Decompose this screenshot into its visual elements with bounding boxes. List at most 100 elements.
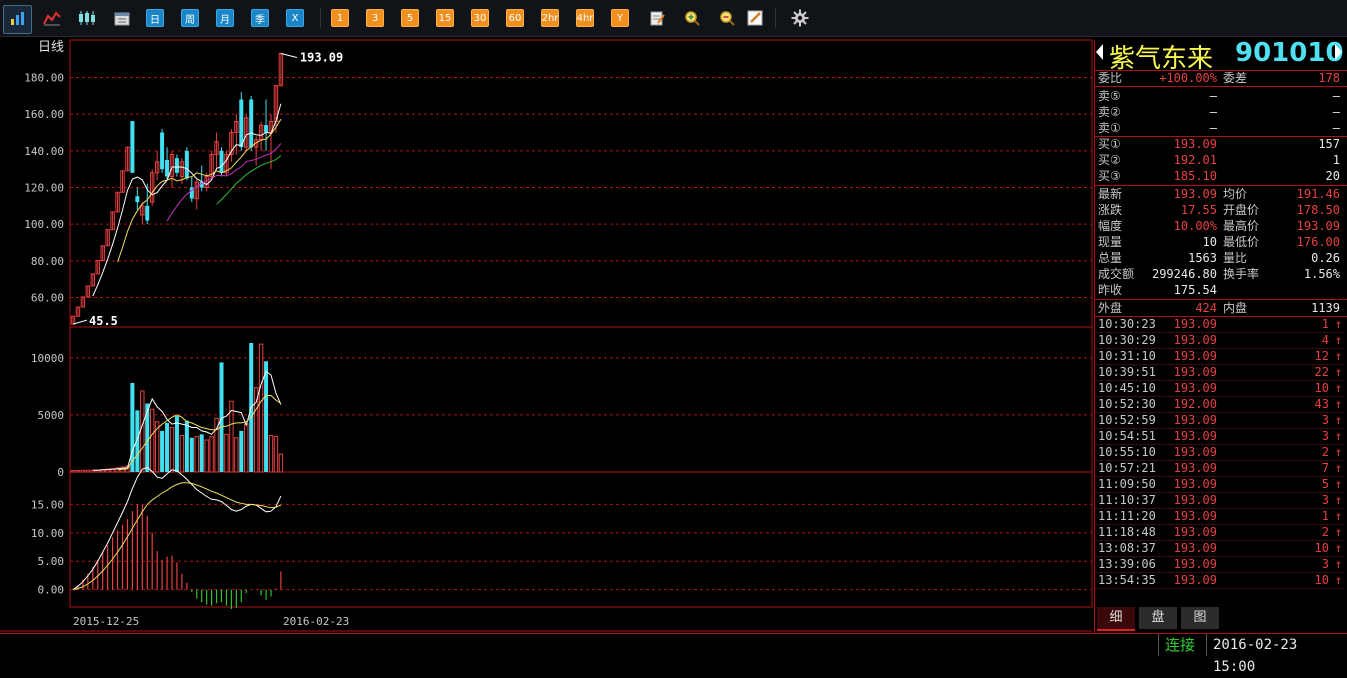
period-4hr-button[interactable]: 4hr	[576, 9, 594, 27]
stat-row-v2: 193.09	[1296, 219, 1340, 233]
period-60-button[interactable]: 60	[506, 9, 524, 27]
up-arrow-icon: ↑	[1334, 429, 1342, 443]
zoom-out-icon[interactable]	[716, 8, 738, 28]
up-arrow-icon: ↑	[1334, 381, 1342, 395]
bid-row-l: 买①	[1098, 137, 1121, 151]
bar-chart-icon[interactable]	[6, 8, 28, 28]
ma20-line	[166, 143, 282, 222]
period-5-label: 5	[406, 12, 414, 24]
tick-p: 193.09	[1173, 573, 1217, 587]
period-day-button[interactable]: 日	[146, 9, 164, 27]
tick-row: 10:57:21 193.09 7 ↑	[1095, 460, 1345, 477]
detail-tab-2[interactable]: 图	[1181, 607, 1219, 629]
line-chart-icon[interactable]	[41, 8, 63, 28]
tick-v: 12	[1314, 349, 1329, 363]
tick-t: 10:39:51	[1098, 365, 1156, 379]
prev-stock-arrow-icon[interactable]	[1096, 44, 1103, 60]
candle-body	[145, 205, 150, 221]
bid-row-v2: 20	[1325, 169, 1340, 183]
candle-body	[130, 121, 135, 173]
period-year-button[interactable]: Y	[611, 9, 629, 27]
stat-row-l: 总量	[1098, 251, 1123, 265]
detail-tab-1[interactable]: 盘	[1139, 607, 1177, 629]
up-arrow-icon: ↑	[1334, 573, 1342, 587]
stat-row: 最新 193.09 均价 191.46	[1095, 186, 1345, 202]
candle-body	[174, 158, 179, 173]
tick-t: 13:08:37	[1098, 541, 1156, 555]
up-arrow-icon: ↑	[1334, 493, 1342, 507]
tick-p: 193.09	[1173, 381, 1217, 395]
tick-v: 3	[1321, 413, 1329, 427]
tick-p: 193.09	[1173, 317, 1217, 331]
stat-row-v1: 17.55	[1180, 203, 1217, 217]
ask-row: 卖⑤ — —	[1095, 88, 1345, 104]
period-1-button[interactable]: 1	[331, 9, 349, 27]
bid-row-l: 买②	[1098, 153, 1121, 167]
tick-row: 11:11:20 193.09 1 ↑	[1095, 508, 1345, 525]
period-year-label: Y	[616, 12, 624, 24]
tick-p: 193.09	[1173, 525, 1217, 539]
next-stock-arrow-icon[interactable]	[1335, 44, 1342, 60]
tick-v: 2	[1321, 525, 1329, 539]
tick-row: 10:30:23 193.09 1 ↑	[1095, 316, 1345, 333]
kline-chart[interactable]: 日线 180.00 160.00 140.00 120.00 100.00 80.00 60.…	[0, 37, 1095, 633]
tick-p: 193.09	[1173, 461, 1217, 475]
candle-body	[160, 132, 165, 170]
period-month-button[interactable]: 月	[216, 9, 234, 27]
zoom-in-icon[interactable]	[681, 8, 703, 28]
volume-bar	[234, 437, 239, 473]
outer-inner-row-l: 外盘	[1098, 301, 1123, 315]
period-2hr-button[interactable]: 2hr	[541, 9, 559, 27]
volume-tick-label: 0	[57, 466, 64, 479]
period-quarter-button[interactable]: 季	[251, 9, 269, 27]
tick-v: 5	[1321, 477, 1329, 491]
volume-bar	[253, 387, 259, 473]
tick-v: 1	[1321, 509, 1329, 523]
tick-row: 13:08:37 193.09 10 ↑	[1095, 540, 1345, 557]
ask-row-v2: —	[1332, 121, 1340, 135]
candlestick-icon[interactable]	[76, 8, 98, 28]
outer-inner-row-v2: 1139	[1311, 301, 1340, 315]
tick-t: 11:11:20	[1098, 509, 1156, 523]
tick-v: 3	[1321, 493, 1329, 507]
connection-status[interactable]: 连接	[1158, 634, 1201, 656]
stock-code: 901010	[1235, 38, 1344, 68]
period-3-button[interactable]: 3	[366, 9, 384, 27]
period-15-button[interactable]: 15	[436, 9, 454, 27]
volume-bar	[199, 434, 204, 472]
period-2hr-label: 2hr	[541, 12, 559, 24]
status-datetime: 2016-02-23 15:00	[1206, 634, 1347, 675]
macd-tick-label: 15.00	[31, 498, 64, 511]
period-x-button[interactable]: X	[286, 9, 304, 27]
draw-pen-icon[interactable]	[744, 8, 766, 28]
ask-row: 卖② — —	[1095, 104, 1345, 120]
order-ratio-row-v2: 178	[1318, 71, 1340, 85]
bid-row-v2: 1	[1332, 153, 1340, 167]
volume-bar	[239, 430, 244, 472]
period-15-label: 15	[438, 12, 452, 24]
period-5-button[interactable]: 5	[401, 9, 419, 27]
period-week-button[interactable]: 周	[181, 9, 199, 27]
detail-tab-0[interactable]: 细	[1097, 607, 1135, 631]
stat-row-l: 现量	[1098, 235, 1123, 249]
volume-bar	[209, 436, 214, 473]
kline-chart-area[interactable]: 日线 180.00 160.00 140.00 120.00 100.00 80.00 60.…	[0, 37, 1095, 633]
period-30-button[interactable]: 30	[471, 9, 489, 27]
calendar-icon[interactable]	[111, 8, 133, 28]
tick-t: 10:52:30	[1098, 397, 1156, 411]
volume-bar	[278, 453, 284, 473]
volume-bar	[70, 470, 76, 473]
tick-t: 10:54:51	[1098, 429, 1156, 443]
gear-icon[interactable]	[789, 8, 811, 28]
volume-bar	[140, 390, 145, 473]
period-day-label: 日	[150, 14, 160, 26]
tick-t: 11:09:50	[1098, 477, 1156, 491]
stat-row: 现量 10 最低价 176.00	[1095, 234, 1345, 250]
stat-row-v1: 1563	[1188, 251, 1217, 265]
tick-p: 193.09	[1173, 413, 1217, 427]
tick-v: 10	[1314, 541, 1329, 555]
stat-row-l2: 均价	[1223, 187, 1248, 201]
edit-note-icon[interactable]	[646, 8, 668, 28]
volume-bar	[179, 434, 185, 473]
stat-row-l: 幅度	[1098, 219, 1123, 233]
